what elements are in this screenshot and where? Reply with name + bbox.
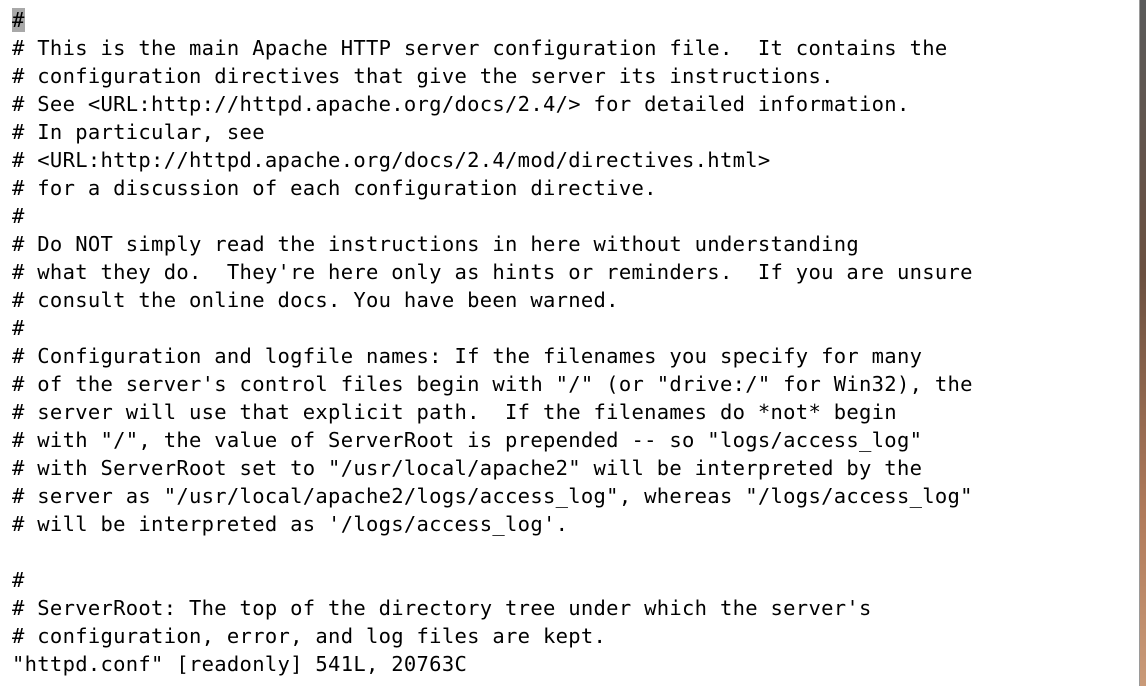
buffer-line-15: # server will use that explicit path. If… bbox=[12, 400, 897, 424]
buffer-line-18: # server as "/usr/local/apache2/logs/acc… bbox=[12, 484, 973, 508]
buffer-line-22: # ServerRoot: The top of the directory t… bbox=[12, 596, 872, 620]
buffer-line-11: # consult the online docs. You have been… bbox=[12, 288, 619, 312]
text-cursor: # bbox=[12, 8, 25, 32]
buffer-line-16: # with "/", the value of ServerRoot is p… bbox=[12, 428, 923, 452]
buffer-line-20 bbox=[12, 538, 973, 566]
buffer-line-14: # of the server's control files begin wi… bbox=[12, 372, 973, 396]
buffer-line-5: # In particular, see bbox=[12, 120, 265, 144]
terminal-window[interactable]: # # This is the main Apache HTTP server … bbox=[0, 0, 1140, 686]
buffer-line-6: # <URL:http://httpd.apache.org/docs/2.4/… bbox=[12, 148, 771, 172]
buffer-line-19: # will be interpreted as '/logs/access_l… bbox=[12, 512, 569, 536]
buffer-line-10: # what they do. They're here only as hin… bbox=[12, 260, 973, 284]
desktop-background-edge bbox=[1140, 0, 1146, 686]
buffer-line-17: # with ServerRoot set to "/usr/local/apa… bbox=[12, 456, 923, 480]
vim-status-line: "httpd.conf" [readonly] 541L, 20763C bbox=[12, 652, 468, 676]
buffer-line-21: # bbox=[12, 568, 25, 592]
buffer-line-13: # Configuration and logfile names: If th… bbox=[12, 344, 923, 368]
buffer-line-12: # bbox=[12, 316, 25, 340]
buffer-line-4: # See <URL:http://httpd.apache.org/docs/… bbox=[12, 92, 910, 116]
buffer-line-2: # This is the main Apache HTTP server co… bbox=[12, 36, 948, 60]
buffer-line-1: # bbox=[12, 6, 973, 34]
buffer-line-9: # Do NOT simply read the instructions in… bbox=[12, 232, 860, 256]
buffer-line-8: # bbox=[12, 204, 25, 228]
buffer-line-3: # configuration directives that give the… bbox=[12, 64, 834, 88]
vim-buffer[interactable]: # # This is the main Apache HTTP server … bbox=[12, 6, 973, 678]
buffer-line-7: # for a discussion of each configuration… bbox=[12, 176, 657, 200]
buffer-line-23: # configuration, error, and log files ar… bbox=[12, 624, 607, 648]
